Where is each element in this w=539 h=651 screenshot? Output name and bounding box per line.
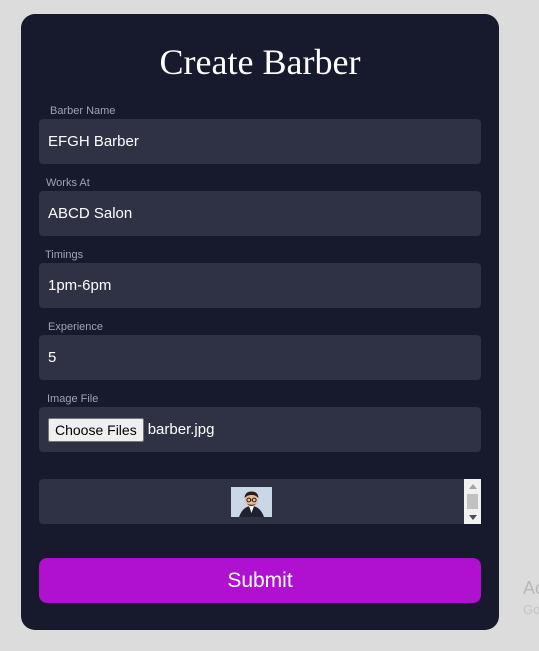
works-at-input[interactable]: ABCD Salon <box>39 191 481 236</box>
submit-button[interactable]: Submit <box>39 558 481 603</box>
timings-input[interactable]: 1pm-6pm <box>39 263 481 308</box>
image-file-label: Image File <box>47 393 99 405</box>
barber-name-input[interactable]: EFGH Barber <box>39 119 481 164</box>
activation-watermark-sub: Go <box>523 602 539 617</box>
preview-scrollbar[interactable] <box>464 479 481 524</box>
scroll-up-icon[interactable] <box>464 480 481 492</box>
barber-avatar-thumbnail <box>231 487 272 517</box>
choose-files-button[interactable]: Choose Files <box>48 417 144 442</box>
timings-label: Timings <box>45 249 84 261</box>
experience-label: Experience <box>48 321 104 333</box>
selected-file-name: barber.jpg <box>147 421 215 438</box>
image-file-input: Choose Files barber.jpg <box>39 407 481 452</box>
barber-name-label: Barber Name <box>50 105 116 117</box>
scroll-down-icon[interactable] <box>464 511 481 523</box>
activation-watermark: Ac <box>523 578 539 598</box>
image-preview <box>39 479 481 524</box>
create-barber-card: Create Barber Barber Name EFGH Barber Wo… <box>21 14 499 630</box>
page-title: Create Barber <box>159 42 361 82</box>
scrollbar-thumb[interactable] <box>467 494 478 509</box>
works-at-label: Works At <box>46 177 90 189</box>
experience-input[interactable]: 5 <box>39 335 481 380</box>
